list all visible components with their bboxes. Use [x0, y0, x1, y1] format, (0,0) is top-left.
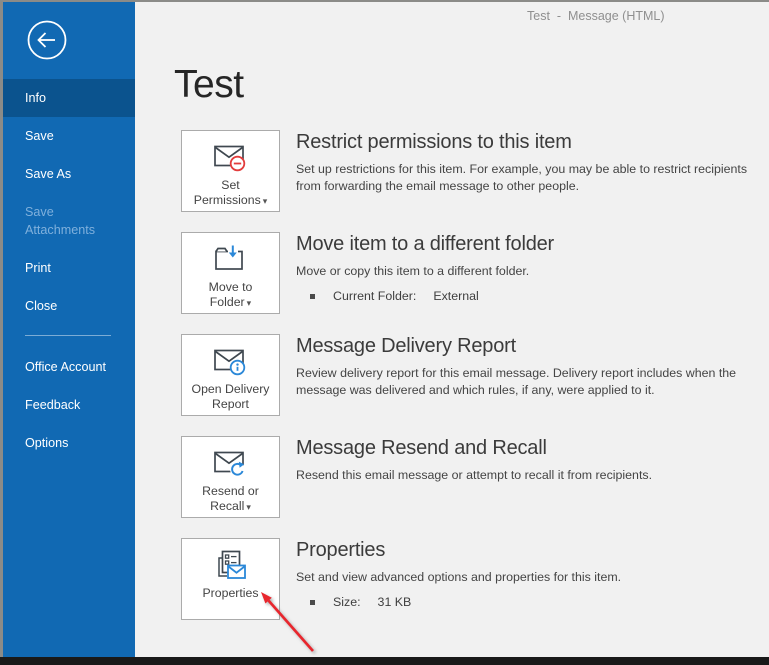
button-label-text: Move to Folder — [208, 280, 253, 309]
nav-item-close[interactable]: Close — [3, 287, 135, 325]
backstage-sidebar: Info Save Save As Save Attachments Print Clos… — [3, 2, 135, 657]
section-heading: Message Resend and Recall — [296, 437, 547, 459]
section-heading: Restrict permissions to this item — [296, 131, 572, 153]
dropdown-caret-icon: ▾ — [246, 502, 251, 512]
outlook-backstage-window: Test - Message (HTML) Info Save Save As Sav… — [0, 0, 769, 665]
section-text: Move item to a different folder Move or c… — [296, 232, 554, 314]
section-description: Move or copy this item to a different fo… — [296, 264, 530, 278]
section-description: Set and view advanced options and proper… — [296, 570, 622, 584]
nav-item-office-account[interactable]: Office Account — [3, 348, 135, 386]
button-label: Open Delivery Report — [190, 382, 272, 412]
section-heading: Properties — [296, 539, 386, 561]
bullet-value: External — [433, 289, 479, 303]
dropdown-caret-icon: ▾ — [262, 196, 268, 206]
mail-restrict-icon — [213, 140, 249, 174]
nav-item-save-attachments: Save Attachments — [25, 205, 95, 237]
section-heading: Move item to a different folder — [296, 233, 555, 255]
move-to-folder-button[interactable]: Move to Folder ▾ — [181, 232, 280, 314]
mail-info-icon — [213, 344, 249, 378]
folder-move-icon — [213, 242, 249, 276]
nav-item-feedback[interactable]: Feedback — [3, 386, 135, 424]
nav-item-save-as[interactable]: Save As — [3, 155, 135, 193]
bullet-label: Current Folder: — [333, 289, 417, 303]
section-description: Resend this email message or attempt to … — [296, 468, 653, 482]
bullet-row-size: Size: 31 KB — [296, 595, 621, 609]
section-text: Restrict permissions to this item Set up … — [296, 130, 761, 212]
bullet-value: 31 KB — [377, 595, 412, 609]
section-text: Properties Set and view advanced options … — [296, 538, 621, 620]
window-title: Test - Message (HTML) — [527, 9, 665, 23]
section-properties: Properties Properties Set and view advance… — [181, 538, 761, 620]
back-button[interactable] — [24, 17, 70, 63]
window-bottom-edge — [0, 657, 769, 665]
button-label-text: Properties — [202, 586, 259, 600]
resend-or-recall-button[interactable]: Resend or Recall ▾ — [181, 436, 280, 518]
section-restrict-permissions-to-this-item: Set Permissions ▾ Restrict permissions to … — [181, 130, 761, 212]
set-permissions-button[interactable]: Set Permissions ▾ — [181, 130, 280, 212]
window-border-top — [0, 0, 769, 2]
button-label-text: Open Delivery Report — [191, 382, 270, 411]
section-move-item-to-a-different-folder: Move to Folder ▾ Move item to a different … — [181, 232, 761, 314]
section-message-delivery-report: Open Delivery Report Message Delivery Rep… — [181, 334, 761, 416]
backstage-nav: Info Save Save As Save Attachments Print Clos… — [3, 79, 135, 462]
mail-recall-icon — [213, 446, 249, 480]
section-description: Review delivery report for this email me… — [296, 366, 737, 397]
section-message-resend-and-recall: Resend or Recall ▾ Message Resend and Reca… — [181, 436, 761, 518]
bullet-square — [310, 599, 315, 605]
nav-divider — [25, 335, 111, 336]
nav-item-save[interactable]: Save — [3, 117, 135, 155]
page-title: Test — [174, 63, 244, 106]
properties-button[interactable]: Properties — [181, 538, 280, 620]
nav-item-info[interactable]: Info — [3, 79, 135, 117]
section-description: Set up restrictions for this item. For e… — [296, 162, 748, 193]
button-label: Properties — [202, 586, 258, 601]
sections: Set Permissions ▾ Restrict permissions to … — [181, 130, 761, 640]
section-text: Message Delivery Report Review delivery r… — [296, 334, 761, 416]
button-label: Move to Folder ▾ — [190, 280, 272, 311]
bullet-square — [310, 293, 315, 299]
open-delivery-report-button[interactable]: Open Delivery Report — [181, 334, 280, 416]
properties-icon — [213, 548, 249, 582]
back-arrow-icon — [24, 17, 70, 63]
button-label-text: Set Permissions — [193, 178, 261, 207]
button-label: Set Permissions ▾ — [190, 178, 272, 209]
bullet-row-current-folder: Current Folder: External — [296, 289, 554, 303]
button-label: Resend or Recall ▾ — [190, 484, 272, 515]
bullet-label: Size: — [333, 595, 361, 609]
nav-item-options[interactable]: Options — [3, 424, 135, 462]
window-border-left — [0, 0, 3, 657]
section-heading: Message Delivery Report — [296, 335, 516, 357]
nav-item-print[interactable]: Print — [3, 249, 135, 287]
section-text: Message Resend and Recall Resend this ema… — [296, 436, 652, 518]
dropdown-caret-icon: ▾ — [246, 298, 252, 308]
